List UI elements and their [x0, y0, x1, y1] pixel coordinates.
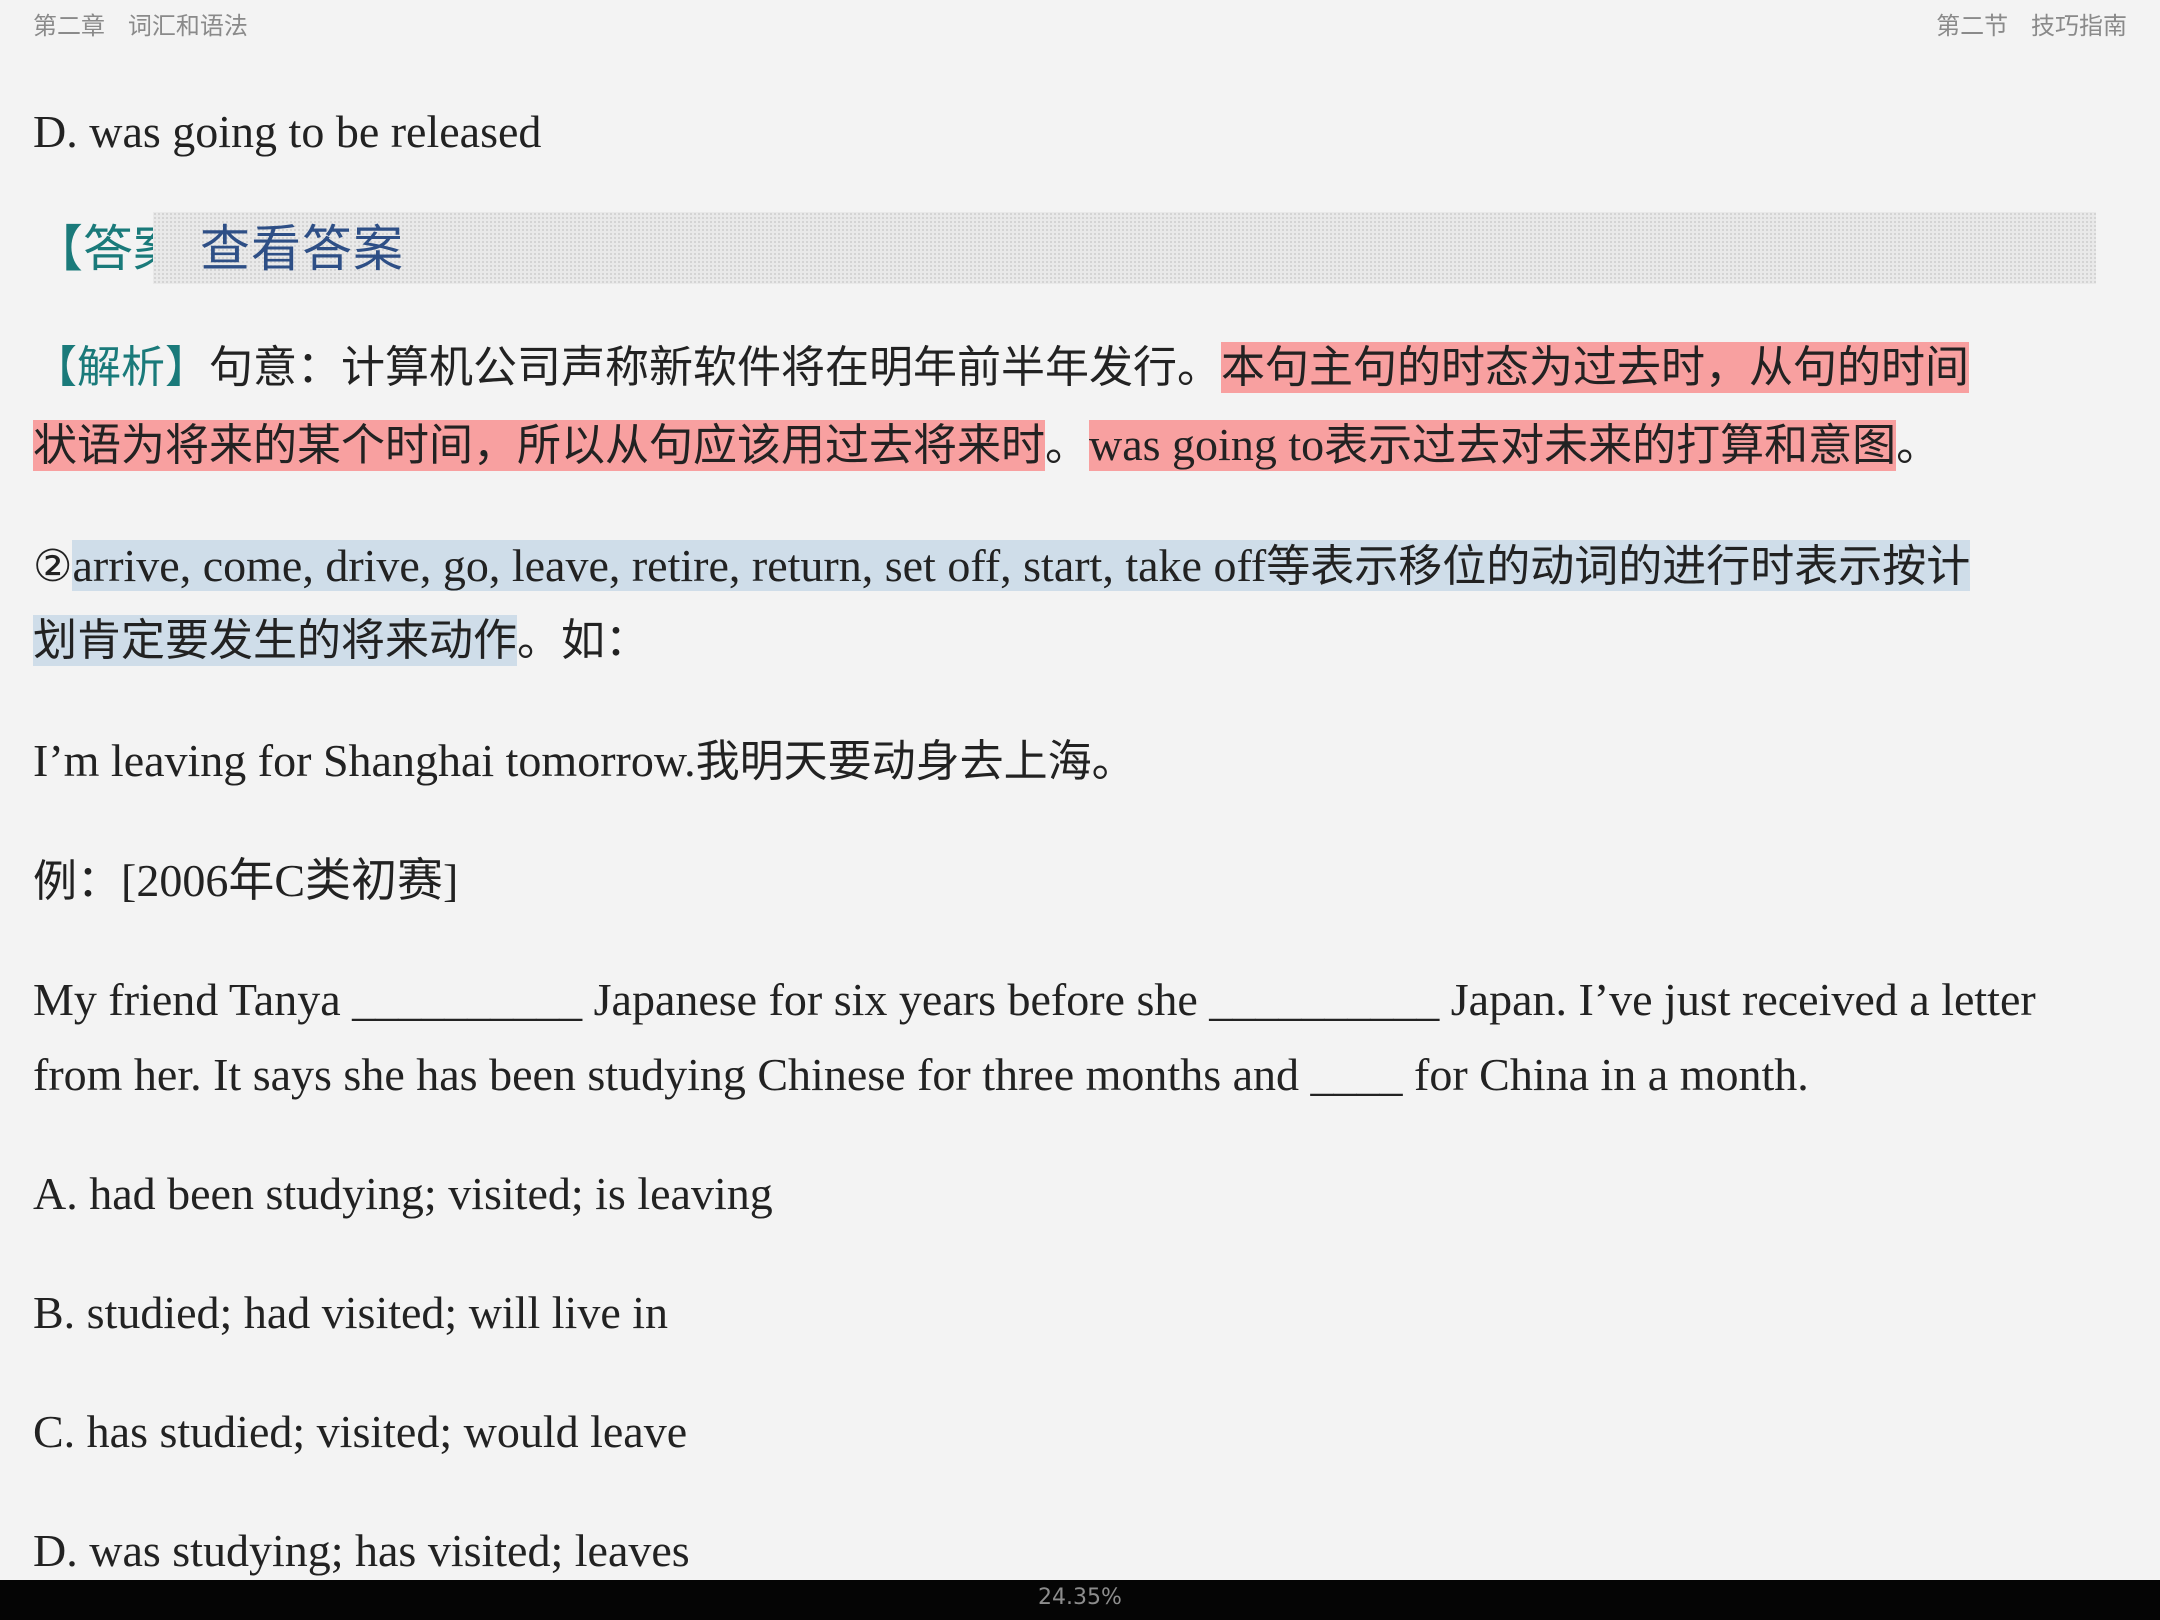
- question-line-1: My friend Tanya __________ Japanese for …: [33, 974, 2036, 1025]
- example-sentence: I’m leaving for Shanghai tomorrow.我明天要动身…: [33, 726, 1136, 797]
- rule-number: ②: [33, 541, 73, 592]
- show-answer-button[interactable]: 查看答案: [200, 213, 404, 285]
- rule-line-2: 划肯定要发生的将来动作。如：: [33, 606, 649, 676]
- option-d-previous: D. was going to be released: [33, 106, 542, 157]
- example-label: 例：[2006年C类初赛]: [33, 846, 458, 917]
- analysis-period-2: 。: [1896, 420, 1941, 471]
- highlight-blue-2[interactable]: 划肯定要发生的将来动作: [33, 615, 517, 666]
- header-section: 第二节 技巧指南: [1936, 6, 2127, 41]
- analysis-tag: 【解析】: [33, 342, 209, 393]
- option-a: A. had been studying; visited; is leavin…: [33, 1168, 773, 1219]
- header-chapter: 第二章 词汇和语法: [33, 6, 248, 41]
- section-title: 技巧指南: [2031, 12, 2127, 40]
- rule-tail: 。如：: [517, 615, 649, 666]
- answer-reveal-area[interactable]: [153, 212, 2096, 284]
- example-sentence-zh: 我明天要动身去上海。: [695, 736, 1136, 787]
- analysis-line-2: 状语为将来的某个时间，所以从句应该用过去将来时。was going to表示过去…: [33, 410, 1940, 481]
- example-source: [2006年C类初赛]: [121, 855, 459, 906]
- rule-text-a: 等表示移位的动词的进行时表示按计: [1266, 541, 1971, 592]
- chapter-title: 词汇和语法: [127, 12, 248, 40]
- chapter-number: 第二章: [33, 12, 105, 40]
- option-b: B. studied; had visited; will live in: [33, 1287, 669, 1338]
- highlight-red-1b[interactable]: 状语为将来的某个时间，所以从句应该用过去将来时: [33, 420, 1045, 471]
- highlight-red-2[interactable]: was going to表示过去对未来的打算和意图: [1089, 419, 1897, 471]
- highlight-red-2-zh: 表示过去对未来的打算和意图: [1324, 420, 1897, 471]
- rule-verbs: arrive, come, drive, go, leave, retire, …: [72, 540, 1267, 591]
- reading-progress-bar: 24.35%: [0, 1580, 2160, 1620]
- rule-line-1: ②arrive, come, drive, go, leave, retire,…: [33, 531, 1971, 602]
- progress-percent: 24.35%: [1038, 1585, 1122, 1610]
- option-d: D. was studying; has visited; leaves: [33, 1525, 690, 1576]
- highlight-blue-1[interactable]: arrive, come, drive, go, leave, retire, …: [72, 540, 1971, 592]
- option-c: C. has studied; visited; would leave: [33, 1406, 688, 1457]
- highlight-red-2-en: was going to: [1089, 419, 1325, 470]
- analysis-period-1: 。: [1045, 420, 1089, 471]
- example-sentence-en: I’m leaving for Shanghai tomorrow.: [33, 735, 696, 786]
- analysis-meaning: 句意：计算机公司声称新软件将在明年前半年发行。: [209, 342, 1221, 393]
- section-number: 第二节: [1936, 12, 2009, 40]
- analysis-line-1: 【解析】句意：计算机公司声称新软件将在明年前半年发行。本句主句的时态为过去时，从…: [33, 333, 1969, 403]
- example-label-zh: 例：: [33, 856, 121, 907]
- highlight-red-1a[interactable]: 本句主句的时态为过去时，从句的时间: [1221, 342, 1969, 393]
- question-line-2: from her. It says she has been studying …: [33, 1049, 1809, 1100]
